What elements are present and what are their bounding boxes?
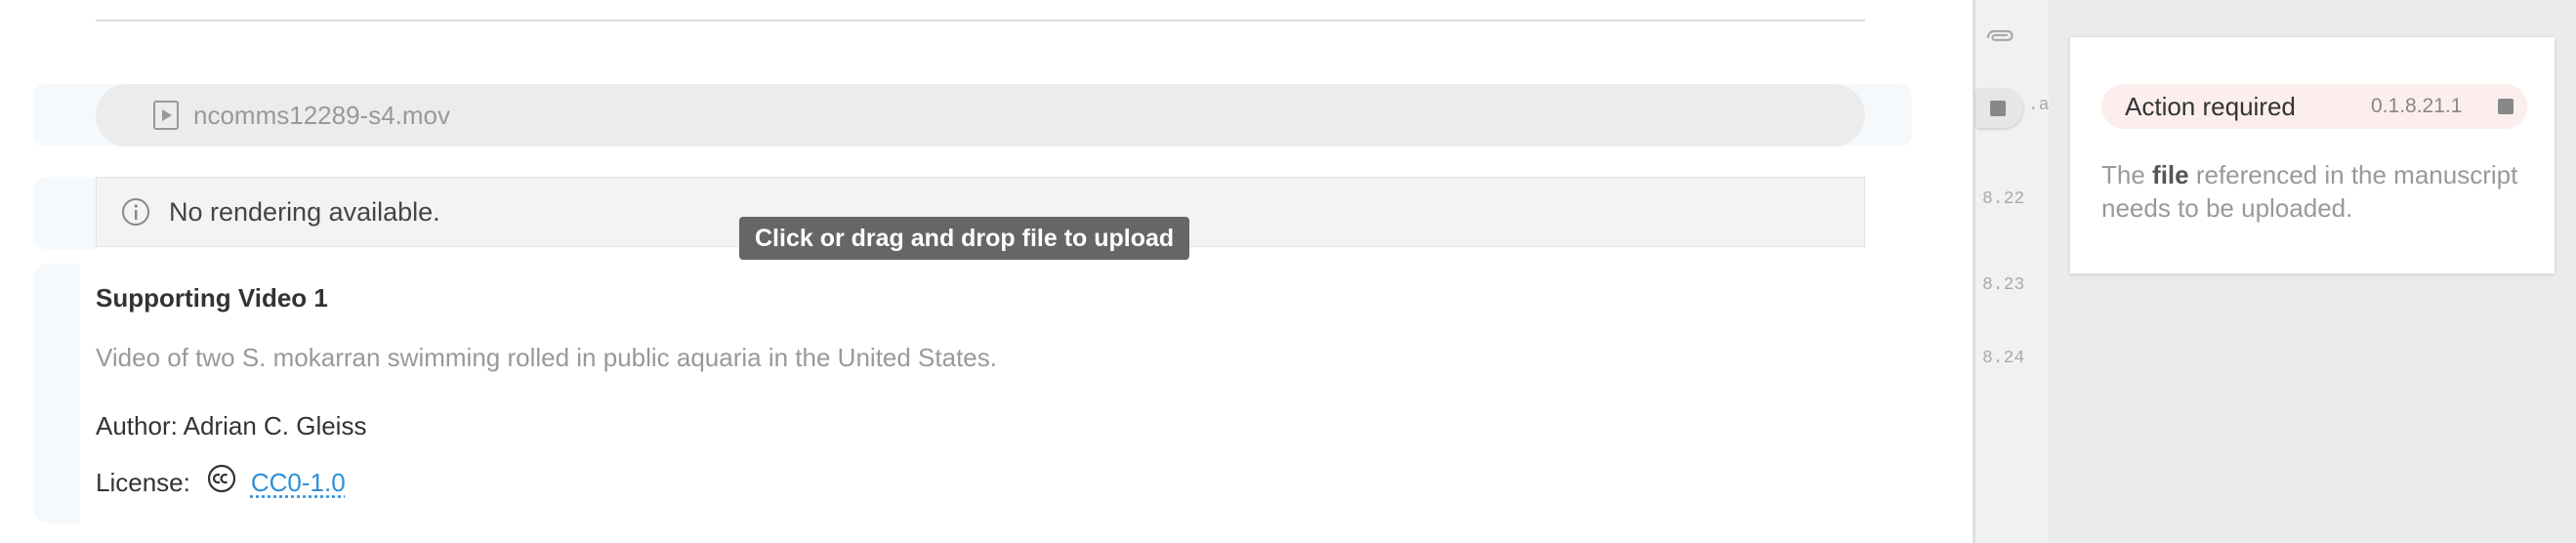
video-license: License: CC0-1.0 (96, 464, 346, 498)
action-required-badge[interactable]: Action required 0.1.8.21.1 (2101, 84, 2527, 129)
action-code: 0.1.8.21.1 (2371, 95, 2463, 117)
stop-square-icon (2498, 99, 2514, 114)
action-message: The file referenced in the manuscript ne… (2101, 160, 2518, 223)
gutter-marker-button[interactable] (1976, 89, 2023, 128)
play-file-icon (153, 101, 179, 130)
notice-text: No rendering available. (169, 196, 440, 227)
upload-tooltip: Click or drag and drop file to upload (739, 217, 1190, 260)
gutter-label: 8.22 (1982, 189, 2025, 209)
gutter-label: 8.24 (1982, 349, 2025, 368)
action-status: Action required (2125, 92, 2296, 121)
meta-row-highlight (33, 264, 80, 523)
gutter-label: .a (2028, 96, 2050, 115)
paperclip-icon[interactable] (1982, 25, 2017, 49)
info-icon (122, 198, 149, 226)
comment-gutter (1973, 0, 2052, 543)
video-description: Video of two S. mokarran swimming rolled… (96, 343, 997, 372)
license-link[interactable]: CC0-1.0 (251, 468, 346, 498)
file-name: ncomms12289-s4.mov (193, 100, 450, 130)
document-area: ncomms12289-s4.mov No rendering availabl… (0, 0, 1973, 543)
creative-commons-icon (207, 464, 235, 493)
video-title: Supporting Video 1 (96, 283, 328, 313)
license-label: License: (96, 467, 190, 497)
gutter-label: 8.23 (1982, 275, 2025, 295)
file-upload-dropzone[interactable]: ncomms12289-s4.mov (96, 84, 1865, 146)
stop-square-icon (1990, 101, 2006, 116)
video-author: Author: Adrian C. Gleiss (96, 411, 367, 440)
notice-row-highlight (33, 177, 96, 249)
action-card[interactable]: Action required 0.1.8.21.1 The file refe… (2070, 37, 2555, 273)
section-divider (96, 20, 1865, 21)
